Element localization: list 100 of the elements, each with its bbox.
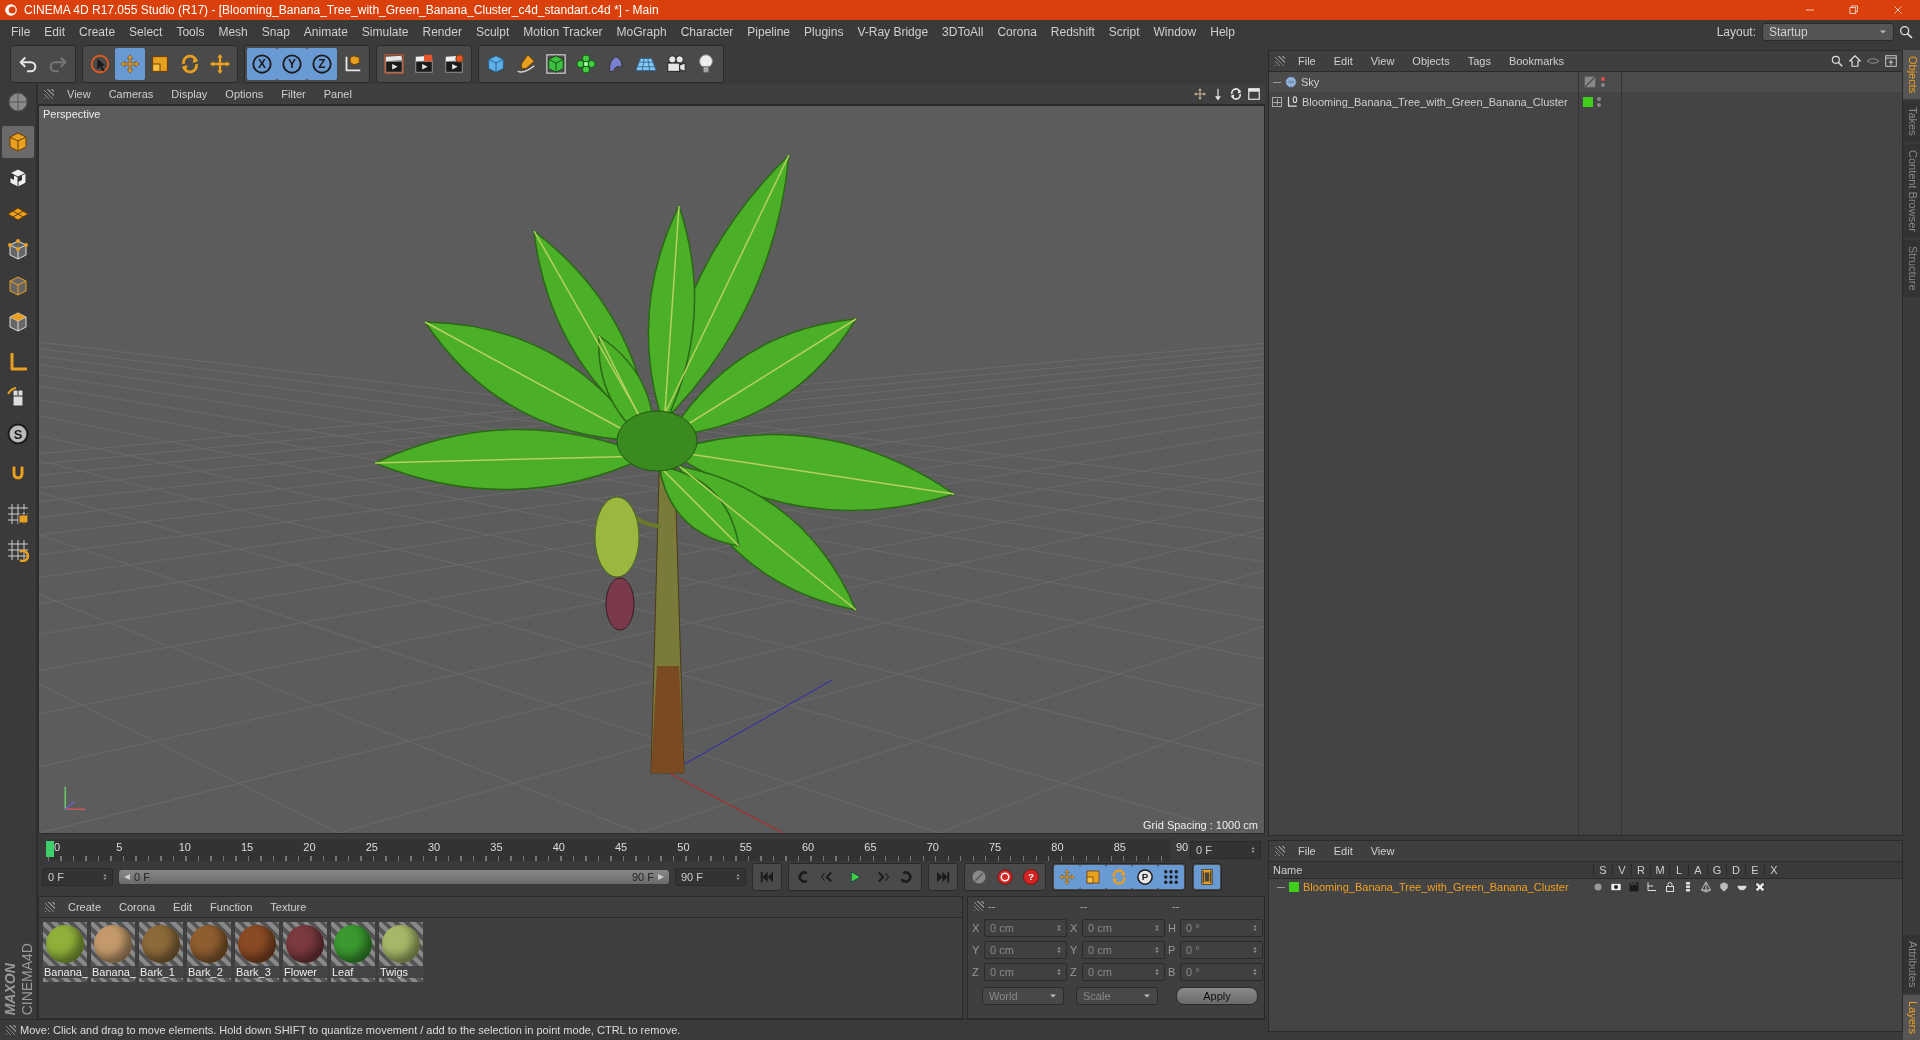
shield-icon: [1718, 881, 1730, 893]
menu-item[interactable]: Select: [122, 25, 170, 39]
material-menu-item[interactable]: Function: [201, 901, 262, 913]
side-tab[interactable]: Content Browser: [1903, 144, 1920, 238]
menu-item[interactable]: Simulate: [354, 25, 416, 39]
material-swatch[interactable]: Bark_1: [139, 922, 183, 982]
playback-button[interactable]: [1158, 865, 1184, 889]
layer-row[interactable]: Blooming_Banana_Tree_with_Green_Banana_Cluster: [1269, 879, 1902, 895]
material-menu-item[interactable]: Corona: [110, 901, 165, 913]
menu-item[interactable]: Redshift: [1043, 25, 1102, 39]
material-name: Bark_2: [186, 966, 232, 978]
viewport-menu-item[interactable]: Panel: [314, 88, 361, 100]
viewport-menu-item[interactable]: View: [58, 88, 100, 100]
object-menu-item[interactable]: Edit: [1324, 55, 1362, 67]
maximize-icon: [1247, 87, 1261, 101]
move-icon: [1057, 868, 1077, 886]
record-icon: [995, 868, 1015, 886]
menu-item[interactable]: Create: [72, 25, 123, 39]
material-name: Leaf: [330, 966, 376, 978]
menu-item[interactable]: Render: [415, 25, 469, 39]
material-swatch[interactable]: Banana_: [43, 922, 87, 982]
lock-icon: [1664, 881, 1676, 893]
column-header: --: [1080, 900, 1089, 912]
move-icon: [1193, 87, 1207, 101]
frame-range-slider[interactable]: 0 F 90 F: [119, 870, 669, 884]
layer-name: Blooming_Banana_Tree_with_Green_Banana_Cluster: [1303, 881, 1569, 893]
visibility-dots-icon[interactable]: [1601, 77, 1605, 87]
search-icon: [1898, 24, 1914, 40]
object-menu-item[interactable]: Tags: [1458, 55, 1500, 67]
current-frame-field[interactable]: 0 F: [1190, 841, 1261, 859]
menu-item[interactable]: Script: [1101, 25, 1147, 39]
layer-menu-item[interactable]: File: [1289, 845, 1325, 857]
layer-menu-item[interactable]: View: [1361, 845, 1404, 857]
frame-number: 85: [1113, 841, 1126, 853]
material-menu-item[interactable]: Create: [59, 901, 111, 913]
layer-menu-item[interactable]: Edit: [1324, 845, 1362, 857]
side-tab[interactable]: Layers: [1903, 994, 1920, 1040]
material-menu-item[interactable]: Edit: [164, 901, 202, 913]
menu-item[interactable]: Plugins: [797, 25, 851, 39]
menu-item[interactable]: Snap: [254, 25, 297, 39]
frame-number: 45: [615, 841, 628, 853]
column-header: V: [1612, 864, 1631, 876]
side-tab[interactable]: Structure: [1903, 240, 1920, 297]
material-name: Banana_: [90, 966, 136, 978]
material-menu-item[interactable]: Texture: [261, 901, 316, 913]
axis-label: X: [972, 922, 981, 934]
material-swatch[interactable]: Leaf: [331, 922, 375, 982]
menu-item[interactable]: Help: [1203, 25, 1242, 39]
menu-item[interactable]: Window: [1146, 25, 1204, 39]
object-row[interactable]: Blooming_Banana_Tree_with_Green_Banana_Cluster: [1269, 92, 1902, 112]
object-menu-item[interactable]: Objects: [1403, 55, 1459, 67]
left-arrow-icon[interactable]: [123, 873, 131, 881]
menu-item[interactable]: Corona: [990, 25, 1044, 39]
menu-item[interactable]: Sculpt: [468, 25, 517, 39]
material-swatch[interactable]: Bark_2: [187, 922, 231, 982]
clapperboard-icon: [413, 52, 435, 76]
object-menu-item[interactable]: Bookmarks: [1499, 55, 1573, 67]
expand-icon[interactable]: [1272, 97, 1282, 107]
viewport-menu-item[interactable]: Options: [216, 88, 273, 100]
object-row[interactable]: Sky: [1269, 72, 1902, 92]
material-swatch[interactable]: Banana_: [91, 922, 135, 982]
side-tab[interactable]: Objects: [1903, 50, 1920, 100]
material-swatch[interactable]: Bark_3: [235, 922, 279, 982]
material-swatch[interactable]: Flower: [283, 922, 327, 982]
layout-label: Layout:: [1716, 25, 1756, 39]
menu-item[interactable]: Character: [673, 25, 741, 39]
menu-item[interactable]: Tools: [169, 25, 212, 39]
tag-icon: [1583, 75, 1597, 89]
column-header: X: [1764, 864, 1783, 876]
app-logo-icon: [4, 3, 18, 17]
viewport-menu-item[interactable]: Cameras: [99, 88, 163, 100]
viewport-menu-item[interactable]: Filter: [272, 88, 315, 100]
start-frame-field[interactable]: 0 F: [42, 868, 113, 886]
3d-viewport[interactable]: Perspective Grid Spacing : 1000 cm: [38, 105, 1265, 834]
column-header: E: [1745, 864, 1764, 876]
menu-item[interactable]: V-Ray Bridge: [850, 25, 936, 39]
menu-item[interactable]: Mesh: [211, 25, 255, 39]
null-object-icon: [1285, 95, 1299, 109]
menu-item[interactable]: MoGraph: [609, 25, 674, 39]
column-header: G: [1707, 864, 1726, 876]
end-frame-field[interactable]: 90 F: [675, 868, 746, 886]
menu-item[interactable]: Edit: [37, 25, 73, 39]
viewport-menu-item[interactable]: Display: [162, 88, 217, 100]
layout-dropdown[interactable]: Startup: [1762, 23, 1894, 41]
object-menu-item[interactable]: View: [1361, 55, 1404, 67]
frame-number: 80: [1051, 841, 1064, 853]
menu-item[interactable]: Pipeline: [740, 25, 798, 39]
menu-item[interactable]: Motion Tracker: [516, 25, 610, 39]
apply-button[interactable]: Apply: [1176, 987, 1258, 1005]
key-icon: [969, 868, 989, 886]
right-arrow-icon[interactable]: [657, 873, 665, 881]
menu-item[interactable]: File: [4, 25, 38, 39]
axis-label: B: [1168, 966, 1177, 978]
menu-item[interactable]: Animate: [296, 25, 355, 39]
visibility-dots-icon[interactable]: [1597, 97, 1601, 107]
menu-item[interactable]: 3DToAll: [935, 25, 991, 39]
material-swatch[interactable]: Twigs: [379, 922, 423, 982]
object-menu-item[interactable]: File: [1289, 55, 1325, 67]
side-tab[interactable]: Attributes: [1903, 934, 1920, 993]
side-tab[interactable]: Takes: [1903, 101, 1920, 143]
